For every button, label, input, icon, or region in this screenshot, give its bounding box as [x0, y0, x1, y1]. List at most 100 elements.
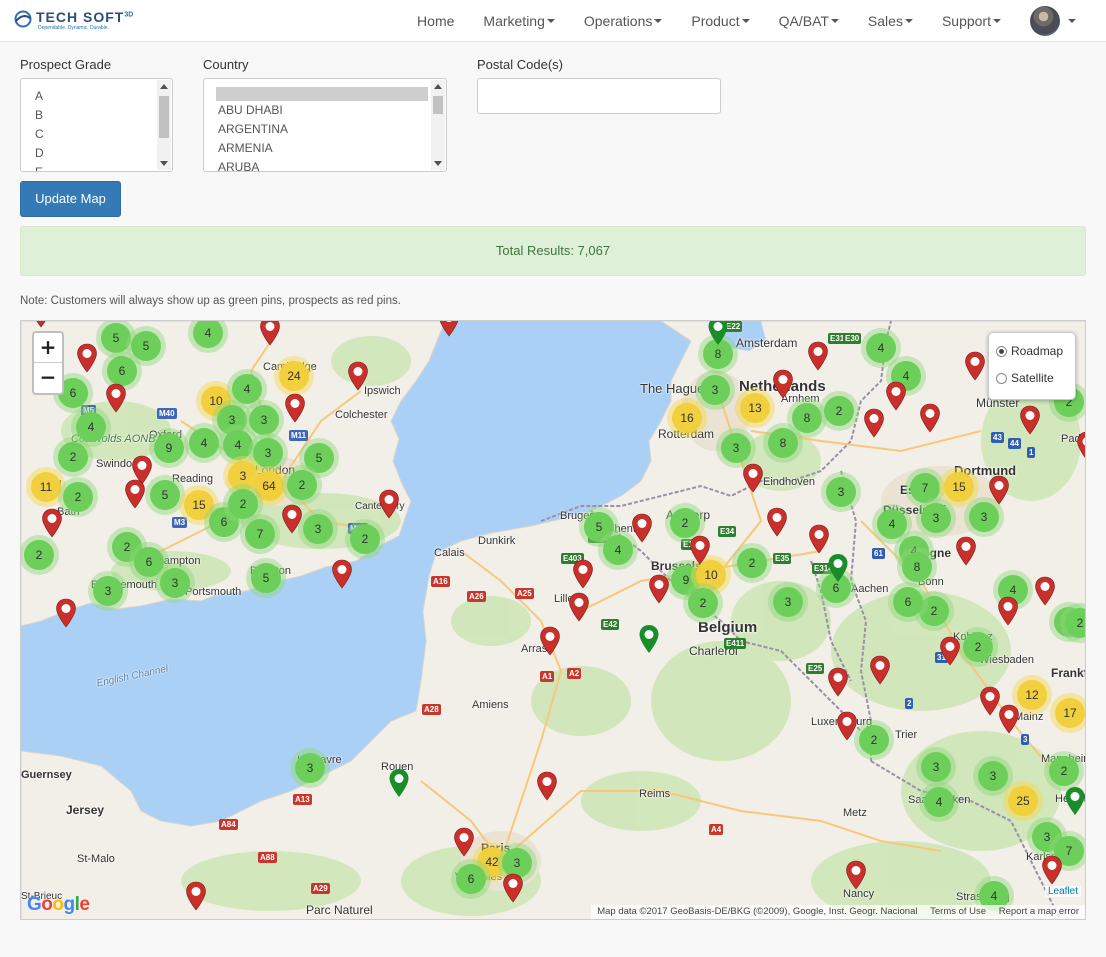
prospect-pin-icon[interactable] — [438, 320, 460, 337]
customer-pin-icon[interactable] — [827, 553, 849, 583]
prospect-pin-icon[interactable] — [502, 873, 524, 903]
nav-support[interactable]: Support — [942, 13, 1001, 29]
cluster-marker-large[interactable]: 16 — [667, 398, 707, 438]
cluster-marker[interactable]: 2 — [282, 465, 322, 505]
cluster-marker[interactable]: 3 — [155, 563, 195, 603]
prospect-pin-icon[interactable] — [331, 559, 353, 589]
cluster-marker[interactable]: 2 — [345, 519, 385, 559]
cluster-marker[interactable]: 3 — [821, 472, 861, 512]
user-menu[interactable] — [1030, 6, 1076, 36]
nav-product[interactable]: Product — [691, 13, 750, 29]
prospect-pin-icon[interactable] — [1041, 855, 1063, 885]
customer-pin-icon[interactable] — [388, 768, 410, 798]
prospect-pin-icon[interactable] — [997, 596, 1019, 626]
prospect-pin-icon[interactable] — [453, 827, 475, 857]
nav-sales[interactable]: Sales — [868, 13, 913, 29]
prospect-pin-icon[interactable] — [845, 860, 867, 890]
update-map-button[interactable]: Update Map — [20, 181, 121, 217]
cluster-marker-large[interactable]: 25 — [1003, 781, 1043, 821]
cluster-marker[interactable]: 2 — [1044, 751, 1084, 791]
cluster-marker[interactable]: 3 — [916, 747, 956, 787]
prospect-pin-icon[interactable] — [378, 489, 400, 519]
brand-logo[interactable]: TECH SOFT3D Dependable. Dynamic. Durable… — [14, 8, 134, 34]
leaflet-link[interactable]: Leaflet — [1044, 886, 1081, 897]
grade-option[interactable]: C — [21, 125, 172, 144]
customer-pin-icon[interactable] — [638, 624, 660, 654]
prospect-pin-icon[interactable] — [539, 626, 561, 656]
prospect-pin-icon[interactable] — [105, 383, 127, 413]
map-canvas[interactable]: AmsterdamNetherlandsThe HagueRotterdamMü… — [20, 320, 1086, 920]
prospect-pin-icon[interactable] — [1076, 431, 1086, 461]
prospect-pin-icon[interactable] — [808, 524, 830, 554]
prospect-pin-icon[interactable] — [689, 535, 711, 565]
prospect-pin-icon[interactable] — [964, 351, 986, 381]
cluster-marker-large[interactable]: 17 — [1050, 693, 1085, 733]
cluster-marker[interactable]: 4 — [188, 321, 228, 353]
scrollbar[interactable] — [157, 80, 171, 170]
prospect-pin-icon[interactable] — [648, 574, 670, 604]
prospect-pin-icon[interactable] — [124, 479, 146, 509]
prospect-pin-icon[interactable] — [772, 369, 794, 399]
scroll-up-icon[interactable] — [434, 84, 442, 89]
prospect-pin-icon[interactable] — [766, 507, 788, 537]
prospect-pin-icon[interactable] — [1034, 576, 1056, 606]
prospect-pin-icon[interactable] — [572, 559, 594, 589]
cluster-marker[interactable]: 3 — [298, 509, 338, 549]
grade-option[interactable]: E — [21, 163, 172, 171]
prospect-pin-icon[interactable] — [955, 536, 977, 566]
cluster-marker[interactable]: 6 — [888, 582, 928, 622]
grade-option[interactable]: D — [21, 144, 172, 163]
cluster-marker[interactable]: 6 — [451, 859, 491, 899]
cluster-marker[interactable]: 3 — [88, 571, 128, 611]
cluster-marker[interactable]: 8 — [897, 547, 937, 587]
prospect-pin-icon[interactable] — [185, 881, 207, 911]
cluster-marker[interactable]: 4 — [919, 782, 959, 822]
terms-link[interactable]: Terms of Use — [930, 906, 986, 917]
scroll-down-icon[interactable] — [434, 161, 442, 166]
zoom-in-button[interactable]: + — [34, 333, 62, 363]
grade-option[interactable]: B — [21, 106, 172, 125]
scroll-thumb[interactable] — [159, 96, 169, 138]
prospect-pin-icon[interactable] — [863, 408, 885, 438]
grade-option[interactable]: A — [21, 87, 172, 106]
prospect-pin-icon[interactable] — [742, 463, 764, 493]
report-error-link[interactable]: Report a map error — [999, 906, 1079, 917]
prospect-pin-icon[interactable] — [76, 343, 98, 373]
nav-marketing[interactable]: Marketing — [483, 13, 555, 29]
prospect-pin-icon[interactable] — [631, 513, 653, 543]
country-option[interactable]: ARUBA — [204, 158, 446, 171]
prospect-pin-icon[interactable] — [827, 667, 849, 697]
customer-pin-icon[interactable] — [1064, 786, 1086, 816]
scroll-thumb[interactable] — [433, 96, 443, 114]
cluster-marker[interactable]: 2 — [732, 543, 772, 583]
cluster-marker-large[interactable]: 13 — [735, 388, 775, 428]
prospect-grade-select[interactable]: A B C D E — [20, 78, 173, 172]
cluster-marker[interactable]: 8 — [763, 423, 803, 463]
prospect-pin-icon[interactable] — [568, 592, 590, 622]
nav-home[interactable]: Home — [417, 13, 454, 29]
prospect-pin-icon[interactable] — [807, 341, 829, 371]
prospect-pin-icon[interactable] — [836, 711, 858, 741]
postal-code-input[interactable] — [477, 78, 721, 114]
cluster-marker[interactable]: 3 — [768, 582, 808, 622]
prospect-pin-icon[interactable] — [55, 598, 77, 628]
cluster-marker[interactable]: 7 — [240, 514, 280, 554]
prospect-pin-icon[interactable] — [41, 508, 63, 538]
cluster-marker[interactable]: 9 — [149, 428, 189, 468]
prospect-pin-icon[interactable] — [281, 504, 303, 534]
cluster-marker[interactable]: 2 — [58, 477, 98, 517]
cluster-marker[interactable]: 3 — [716, 428, 756, 468]
prospect-pin-icon[interactable] — [536, 771, 558, 801]
layer-satellite[interactable]: Satellite — [996, 371, 1054, 385]
cluster-marker[interactable]: 2 — [21, 535, 59, 575]
country-option[interactable]: ARGENTINA — [204, 120, 446, 139]
country-option[interactable]: ABU DHABI — [204, 101, 446, 120]
cluster-marker[interactable]: 3 — [290, 748, 330, 788]
nav-qa-bat[interactable]: QA/BAT — [779, 13, 839, 29]
cluster-marker[interactable]: 2 — [683, 583, 723, 623]
prospect-pin-icon[interactable] — [284, 393, 306, 423]
scroll-up-icon[interactable] — [160, 84, 168, 89]
country-option-selected[interactable] — [216, 87, 428, 101]
prospect-pin-icon[interactable] — [919, 403, 941, 433]
zoom-out-button[interactable]: − — [34, 363, 62, 393]
